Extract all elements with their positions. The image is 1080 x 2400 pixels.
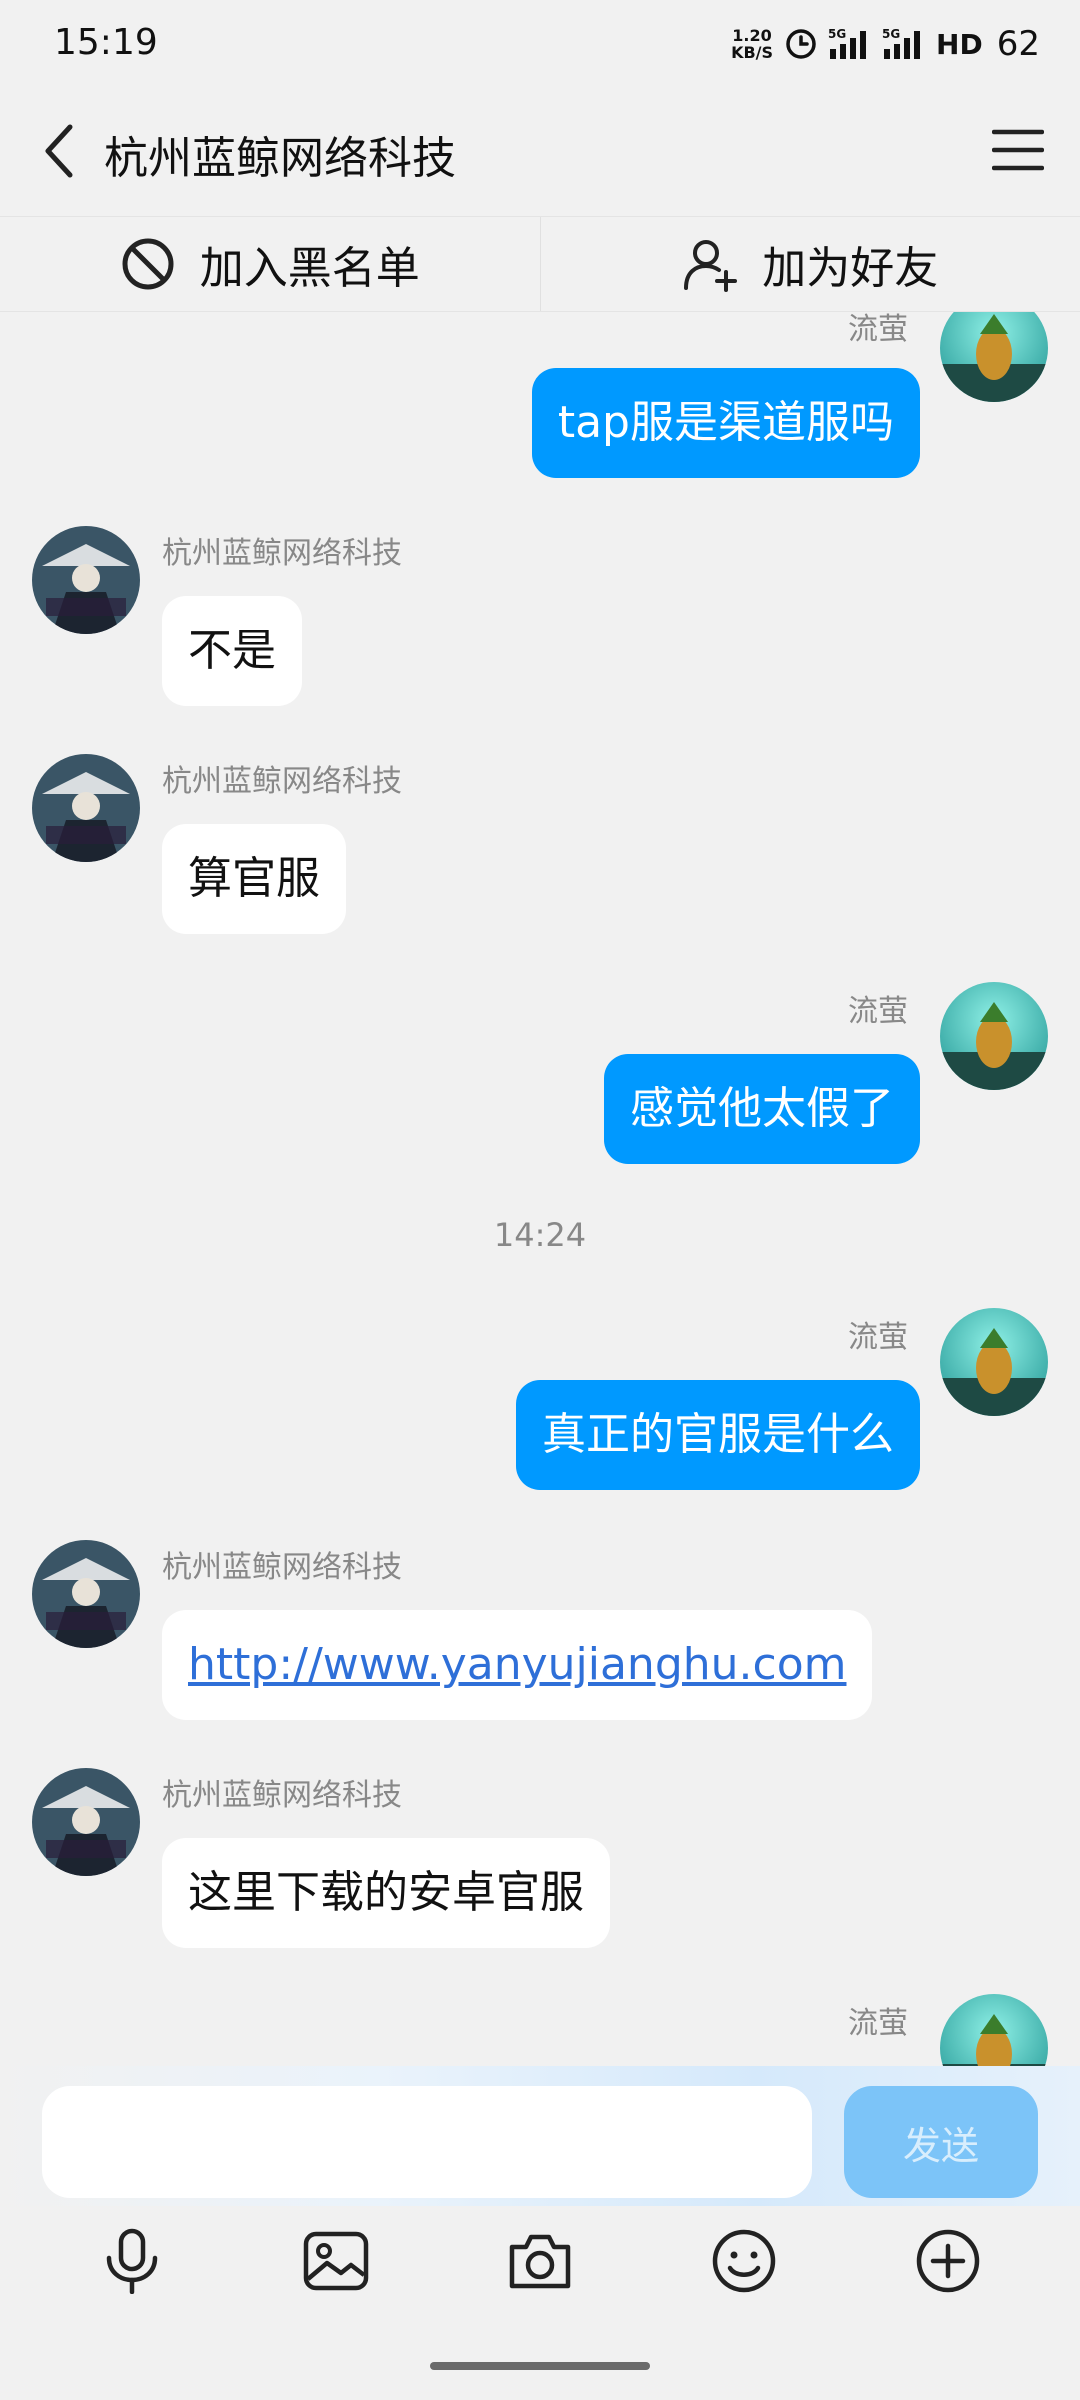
- camera-icon: [509, 2234, 571, 2289]
- avatar-contact[interactable]: [32, 1768, 140, 1876]
- block-label: 加入黑名单: [199, 243, 420, 294]
- sender-name: 流萤: [848, 994, 908, 1029]
- voice-button[interactable]: [92, 2221, 172, 2301]
- message-bubble-incoming[interactable]: 算官服: [162, 824, 346, 934]
- home-indicator[interactable]: [430, 2362, 650, 2370]
- sender-name: 杭州蓝鲸网络科技: [162, 1778, 402, 1813]
- sender-name: 流萤: [848, 2006, 908, 2041]
- message-list[interactable]: 流萤 tap服是渠道服吗 杭州蓝鲸网络科技 不是 杭州蓝鲸网络科技 算官服 流萤…: [0, 312, 1080, 2066]
- battery-level: 62: [996, 24, 1040, 64]
- send-button[interactable]: 发送: [844, 2086, 1038, 2198]
- sender-name: 杭州蓝鲸网络科技: [162, 1550, 402, 1585]
- signal-5g-icon: 5G: [882, 27, 926, 61]
- avatar-contact[interactable]: [32, 526, 140, 634]
- message-bubble-outgoing[interactable]: tap服是渠道服吗: [531, 368, 920, 478]
- action-bar: 加入黑名单 加为好友: [0, 216, 1080, 312]
- avatar-contact[interactable]: [32, 754, 140, 862]
- svg-text:5G: 5G: [882, 27, 900, 41]
- hd-indicator: HD: [936, 27, 983, 61]
- sender-name: 杭州蓝鲸网络科技: [162, 536, 402, 571]
- status-time: 15:19: [54, 22, 158, 63]
- more-button[interactable]: [908, 2221, 988, 2301]
- sender-name: 流萤: [848, 312, 908, 347]
- plus-circle-icon: [916, 2229, 980, 2293]
- add-friend-label: 加为好友: [762, 243, 939, 294]
- image-icon: [303, 2231, 369, 2291]
- input-bar: 发送: [0, 2066, 1080, 2206]
- chevron-left-icon: [45, 124, 73, 178]
- avatar-self[interactable]: [940, 312, 1048, 402]
- input-toolbar: [0, 2206, 1080, 2316]
- avatar-contact[interactable]: [32, 1540, 140, 1648]
- hamburger-menu-icon: [992, 129, 1044, 171]
- message-bubble-outgoing[interactable]: 感觉他太假了: [604, 1054, 920, 1164]
- svg-text:5G: 5G: [828, 27, 846, 41]
- add-user-icon: [684, 240, 738, 292]
- emoji-icon: [712, 2229, 776, 2293]
- avatar-self[interactable]: [940, 982, 1048, 1090]
- block-icon: [122, 238, 174, 290]
- status-icons: 1.20 KB/S 5G 5G HD 62: [730, 20, 1040, 68]
- network-speed: 1.20 KB/S: [731, 26, 774, 62]
- back-button[interactable]: [30, 116, 90, 186]
- status-bar: 15:19 1.20 KB/S 5G 5G HD 62: [0, 0, 1080, 86]
- alarm-icon: [784, 27, 818, 61]
- image-button[interactable]: [296, 2221, 376, 2301]
- sender-name: 杭州蓝鲸网络科技: [162, 764, 402, 799]
- camera-button[interactable]: [500, 2221, 580, 2301]
- emoji-button[interactable]: [704, 2221, 784, 2301]
- add-friend-button[interactable]: 加为好友: [539, 217, 1080, 311]
- message-link[interactable]: http://www.yanyujianghu.com: [162, 1610, 873, 1720]
- microphone-icon: [106, 2228, 158, 2294]
- signal-5g-icon: 5G: [828, 27, 872, 61]
- time-divider: 14:24: [493, 1216, 587, 1254]
- message-bubble-incoming[interactable]: 不是: [162, 596, 302, 706]
- chat-title: 杭州蓝鲸网络科技: [104, 133, 456, 184]
- menu-button[interactable]: [986, 122, 1050, 178]
- avatar-self[interactable]: [940, 1308, 1048, 1416]
- message-bubble-incoming[interactable]: 这里下载的安卓官服: [162, 1838, 610, 1948]
- message-bubble-outgoing[interactable]: 真正的官服是什么: [516, 1380, 920, 1490]
- sender-name: 流萤: [848, 1320, 908, 1355]
- block-button[interactable]: 加入黑名单: [0, 217, 540, 311]
- avatar-self[interactable]: [940, 1994, 1048, 2066]
- message-input[interactable]: [42, 2086, 812, 2198]
- chat-header: 杭州蓝鲸网络科技: [0, 86, 1080, 216]
- chat-screen: 15:19 1.20 KB/S 5G 5G HD 62 杭州蓝鲸网络科技 加入黑…: [0, 0, 1080, 2400]
